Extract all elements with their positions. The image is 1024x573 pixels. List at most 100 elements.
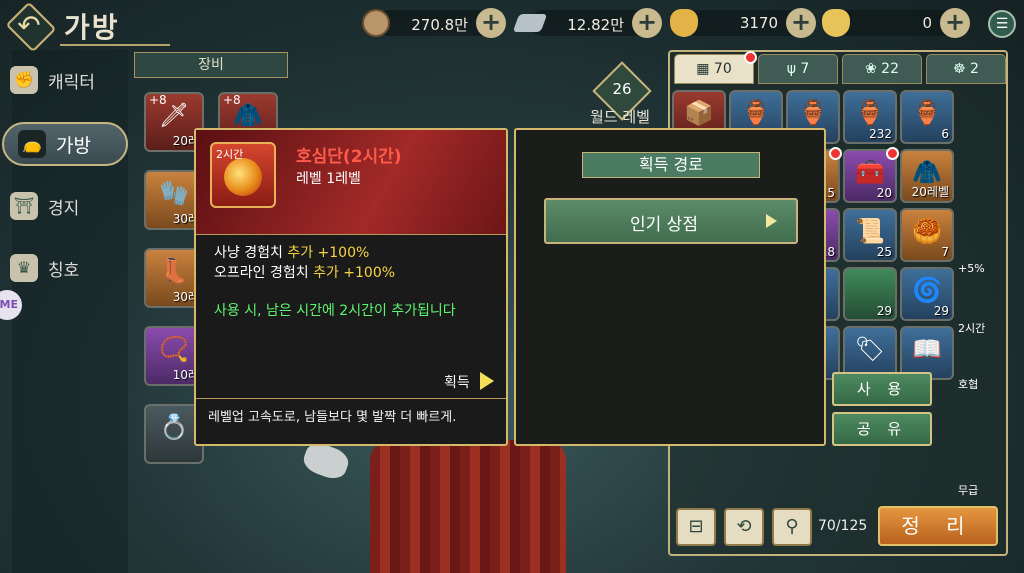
inventory-capacity: 70/125	[818, 518, 868, 534]
item-count: 29	[933, 304, 949, 318]
effect-label: 사냥 경험치	[214, 245, 288, 261]
effect-label: 오프라인 경험치	[214, 265, 314, 281]
effect-line-2: 오프라인 경험치 추가 +100%	[214, 262, 395, 282]
item-corner-badge: +5%	[958, 262, 985, 275]
sidebar-item-label: 칭호	[48, 260, 80, 281]
currency-gold: 3170 +	[670, 8, 816, 38]
play-arrow-icon	[766, 214, 777, 228]
effect-value: 추가 +100%	[313, 265, 396, 281]
inventory-item-slot[interactable]: 📜 25	[843, 208, 897, 262]
popular-shop-button[interactable]: 인기 상점	[544, 198, 798, 244]
item-count: 29	[876, 304, 892, 318]
coin-icon	[362, 9, 390, 37]
item-count: 232	[869, 127, 892, 141]
tooltip-divider	[196, 234, 506, 235]
acquire-arrow-icon[interactable]	[480, 372, 494, 390]
add-gold-button[interactable]: +	[786, 8, 816, 38]
inventory-tab-weapon[interactable]: ψ 7	[758, 54, 838, 84]
equipment-tab[interactable]: 장비	[134, 52, 288, 78]
sidebar-item-label: 경지	[48, 198, 80, 219]
item-level: 레벨 1레벨	[296, 171, 361, 187]
item-corner-badge: 2시간	[958, 322, 986, 335]
notification-dot	[829, 147, 842, 160]
currency-bound-gold: 0 +	[822, 8, 970, 38]
sort-button[interactable]: 정 리	[878, 506, 998, 546]
item-icon: 📖	[912, 335, 942, 363]
sidebar-item-realm[interactable]: ⛩ 경지	[10, 186, 120, 226]
route-title: 획득 경로	[582, 152, 760, 178]
realm-icon: ⛩	[10, 192, 38, 220]
decompose-icon[interactable]: ⟲	[724, 508, 764, 546]
popular-shop-label: 인기 상점	[630, 215, 698, 235]
inventory-item-slot[interactable]: 🏺 6	[900, 90, 954, 144]
trident-icon: ψ	[786, 61, 796, 77]
world-level-value: 26	[612, 80, 632, 98]
add-silver-button[interactable]: +	[632, 8, 662, 38]
use-button[interactable]: 사 용	[832, 372, 932, 406]
currency-value: 0	[922, 14, 932, 32]
sidebar-item-character[interactable]: ✊ 캐릭터	[10, 60, 120, 100]
sidebar-item-title[interactable]: ♛ 칭호	[10, 248, 120, 288]
item-icon-frame: 2시간	[210, 142, 276, 208]
item-icon: 🌀	[912, 276, 942, 304]
sidebar-item-bag[interactable]: 👝 가방	[2, 122, 128, 166]
item-icon	[845, 269, 895, 308]
currency-coin: 270.8만 +	[362, 8, 506, 38]
bound-gold-icon	[822, 9, 850, 37]
sidebar-item-label: 캐릭터	[48, 72, 95, 93]
inventory-item-slot[interactable]: 🥮 7	[900, 208, 954, 262]
storage-chest-icon[interactable]: ⊟	[676, 508, 716, 546]
inventory-item-slot[interactable]: 🌀 29	[900, 267, 954, 321]
item-count: 20	[876, 186, 892, 200]
inventory-item-slot[interactable]: 29	[843, 267, 897, 321]
notification-dot	[744, 51, 757, 64]
item-count: 6	[941, 127, 949, 141]
inventory-tab-all[interactable]: ▦ 70	[674, 51, 757, 84]
enhance-level: +8	[223, 93, 241, 107]
item-icon: 📜	[855, 217, 885, 245]
tab-count: 22	[881, 61, 899, 77]
sidebar-item-label: 가방	[56, 134, 91, 157]
item-icon: 🏺	[912, 99, 942, 127]
item-icon: 📦	[684, 99, 714, 127]
use-description: 사용 시, 남은 시간에 2시간이 추가됩니다	[214, 303, 456, 319]
acquire-label[interactable]: 획득	[444, 372, 470, 392]
add-coin-button[interactable]: +	[476, 8, 506, 38]
item-icon: 🏷	[854, 335, 886, 363]
page-title: 가방	[64, 11, 120, 44]
item-flavor-text: 레벨업 고속도로, 남들보다 몇 발짝 더 빠르게.	[208, 410, 457, 425]
tab-count: 70	[713, 61, 732, 77]
item-icon: 🏺	[855, 99, 885, 127]
inventory-tab-material[interactable]: ❀ 22	[842, 54, 922, 84]
back-arrow-icon[interactable]: ↶	[10, 8, 48, 44]
acquisition-route-panel: 획득 경로 인기 상점	[514, 128, 826, 446]
item-icon: 🏺	[741, 99, 771, 127]
add-bound-gold-button[interactable]: +	[940, 8, 970, 38]
inventory-item-slot[interactable]: 🏺 232	[843, 90, 897, 144]
effect-line-1: 사냥 경험치 추가 +100%	[214, 242, 369, 262]
inventory-tab-pet[interactable]: ☸ 2	[926, 54, 1006, 84]
share-button[interactable]: 공 유	[832, 412, 932, 446]
tab-count: 7	[800, 61, 810, 77]
silver-ingot-icon	[512, 14, 548, 32]
beast-icon: ☸	[953, 61, 966, 77]
item-name: 호심단(2시간)	[296, 147, 402, 167]
item-tooltip: 2시간 호심단(2시간) 레벨 1레벨 사냥 경험치 추가 +100% 오프라인…	[194, 128, 508, 446]
tooltip-divider	[196, 398, 506, 399]
fist-icon: ✊	[10, 66, 38, 94]
currency-silver: 12.82만 +	[512, 8, 662, 38]
item-icon: 🏺	[798, 99, 828, 127]
enhance-level: +8	[149, 93, 167, 107]
search-icon[interactable]: ⚲	[772, 508, 812, 546]
item-count: 20레벨	[911, 185, 949, 199]
title-underline	[60, 44, 170, 46]
menu-list-icon[interactable]: ☰	[988, 10, 1016, 38]
item-icon: 🥮	[912, 217, 942, 245]
yin-yang-pill-icon	[224, 158, 262, 196]
item-corner-badge: 호협	[958, 378, 979, 391]
notification-dot	[886, 147, 899, 160]
lotus-icon: ❀	[864, 61, 877, 77]
inventory-item-slot[interactable]: 🧥 20레벨	[900, 149, 954, 203]
inventory-item-slot[interactable]: 🧰 20	[843, 147, 899, 203]
top-bar: ↶ 가방 270.8만 + 12.82만 + 3170 + 0 + ☰	[0, 0, 1024, 53]
